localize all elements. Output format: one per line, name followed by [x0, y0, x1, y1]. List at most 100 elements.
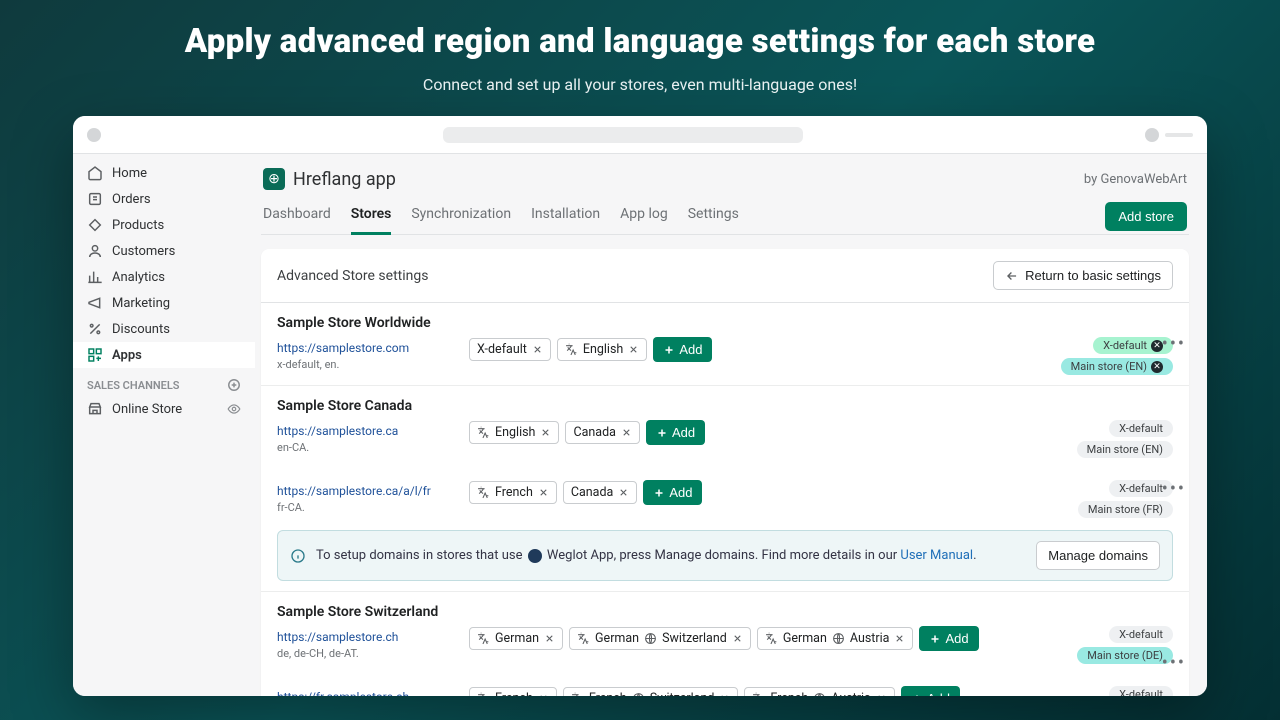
status-pill[interactable]: Main store (FR)	[1078, 501, 1173, 518]
add-store-button[interactable]: Add store	[1105, 202, 1187, 231]
chip-remove-icon[interactable]	[532, 344, 543, 355]
add-channel-icon[interactable]	[227, 378, 241, 392]
store-url-link[interactable]: https://samplestore.ch	[277, 630, 398, 644]
chip-remove-icon[interactable]	[621, 427, 632, 438]
add-locale-button[interactable]: Add	[919, 626, 978, 651]
chip-label: German	[495, 631, 539, 646]
sales-channels-heading: SALES CHANNELS	[73, 368, 255, 396]
locale-chip[interactable]: GermanSwitzerland	[569, 627, 751, 650]
status-pill[interactable]: X-default	[1109, 420, 1173, 437]
user-manual-link[interactable]: User Manual	[900, 548, 973, 563]
app-logo-icon: ⊕	[263, 168, 285, 190]
status-pill[interactable]: X-default	[1109, 626, 1173, 643]
pill-label: X-default	[1103, 339, 1147, 352]
sidebar-item-customers[interactable]: Customers	[73, 238, 255, 264]
main-content: ⊕ Hreflang app by GenovaWebArt Dashboard…	[255, 154, 1207, 696]
globe-icon	[813, 692, 826, 696]
info-banner: To setup domains in stores that use Wegl…	[277, 530, 1173, 581]
add-locale-button[interactable]: Add	[643, 480, 702, 505]
overflow-menu-icon[interactable]: •••	[1158, 649, 1189, 678]
pill-label: X-default	[1119, 422, 1163, 435]
chip-remove-icon[interactable]	[544, 633, 555, 644]
chip-remove-icon[interactable]	[876, 693, 887, 696]
sidebar-item-online-store[interactable]: Online Store	[73, 396, 255, 422]
app-window: Home Orders Products Customers Analytics…	[73, 116, 1207, 696]
language-icon	[577, 632, 590, 645]
tab-app-log[interactable]: App log	[620, 198, 668, 234]
locale-chip[interactable]: English	[469, 421, 559, 444]
chip-label: X-default	[477, 342, 527, 357]
add-locale-button[interactable]: Add	[653, 337, 712, 362]
store-url-link[interactable]: https://samplestore.com	[277, 341, 409, 355]
status-pill[interactable]: Main store (EN)	[1077, 441, 1173, 458]
locale-chip[interactable]: French	[469, 481, 557, 504]
chip-remove-icon[interactable]	[538, 487, 549, 498]
store-block: Sample Store Switzerland https://samples…	[261, 592, 1189, 696]
chip-remove-icon[interactable]	[618, 487, 629, 498]
chip-remove-icon[interactable]	[719, 693, 730, 696]
pill-label: X-default	[1119, 628, 1163, 641]
locale-chip[interactable]: X-default	[469, 338, 551, 361]
store-name: Sample Store Switzerland	[277, 604, 1173, 620]
pill-remove-icon[interactable]: ✕	[1151, 361, 1163, 373]
locale-chip[interactable]: FrenchSwitzerland	[563, 687, 739, 696]
sidebar-item-analytics[interactable]: Analytics	[73, 264, 255, 290]
locale-chip[interactable]: English	[557, 338, 647, 361]
avatar-icon[interactable]	[1145, 128, 1159, 142]
sidebar-item-apps[interactable]: Apps	[73, 342, 255, 368]
add-locale-button[interactable]: Add	[901, 686, 960, 696]
chip-remove-icon[interactable]	[540, 427, 551, 438]
store-url-link[interactable]: https://samplestore.ca	[277, 424, 398, 438]
store-url-link[interactable]: https://samplestore.ca/a/l/fr	[277, 484, 431, 498]
locale-chip[interactable]: German	[469, 627, 563, 650]
tab-settings[interactable]: Settings	[688, 198, 739, 234]
sidebar-item-label: Analytics	[112, 270, 165, 285]
language-icon	[765, 632, 778, 645]
pill-label: X-default	[1119, 688, 1163, 696]
sidebar-item-products[interactable]: Products	[73, 212, 255, 238]
status-pill[interactable]: X-default	[1109, 686, 1173, 696]
manage-domains-button[interactable]: Manage domains	[1036, 541, 1160, 570]
megaphone-icon	[87, 295, 103, 311]
tab-dashboard[interactable]: Dashboard	[263, 198, 331, 234]
tab-stores[interactable]: Stores	[351, 198, 392, 235]
arrow-left-icon	[1005, 269, 1019, 283]
language-icon	[477, 632, 490, 645]
sidebar-item-marketing[interactable]: Marketing	[73, 290, 255, 316]
home-icon	[87, 165, 103, 181]
sidebar-item-label: Online Store	[112, 402, 182, 417]
locale-chips: English Canada Add	[469, 420, 1035, 445]
locale-chip[interactable]: French	[469, 687, 557, 696]
return-button[interactable]: Return to basic settings	[993, 261, 1173, 290]
locale-chip[interactable]: Canada	[563, 481, 638, 504]
status-pills: X-default ✕Main store (EN)✕	[1055, 337, 1173, 375]
locale-chips: X-default English Add	[469, 337, 1035, 362]
tab-synchronization[interactable]: Synchronization	[411, 198, 511, 234]
overflow-menu-icon[interactable]: •••	[1158, 330, 1189, 359]
chip-remove-icon[interactable]	[732, 633, 743, 644]
globe-icon	[632, 692, 645, 696]
tab-installation[interactable]: Installation	[531, 198, 600, 234]
tag-icon	[87, 217, 103, 233]
locale-chip[interactable]: FrenchAustria	[744, 687, 894, 696]
sidebar-item-label: Orders	[112, 192, 151, 207]
add-locale-button[interactable]: Add	[646, 420, 705, 445]
chip-remove-icon[interactable]	[628, 344, 639, 355]
searchbar[interactable]	[109, 127, 1137, 143]
store-locale-row: https://samplestore.ch de, de-CH, de-AT.…	[277, 626, 1173, 664]
sidebar-item-discounts[interactable]: Discounts	[73, 316, 255, 342]
sidebar-item-home[interactable]: Home	[73, 160, 255, 186]
pill-label: X-default	[1119, 482, 1163, 495]
locale-chip[interactable]: GermanAustria	[757, 627, 914, 650]
overflow-menu-icon[interactable]: •••	[1158, 474, 1189, 503]
chip-region: Switzerland	[650, 691, 715, 696]
language-icon	[477, 486, 490, 499]
chip-remove-icon[interactable]	[538, 693, 549, 696]
chip-remove-icon[interactable]	[894, 633, 905, 644]
chip-label: Canada	[571, 485, 614, 500]
sidebar-item-orders[interactable]: Orders	[73, 186, 255, 212]
locale-chip[interactable]: Canada	[565, 421, 640, 444]
store-url-link[interactable]: https://fr.samplestore.ch	[277, 690, 409, 696]
eye-icon[interactable]	[227, 402, 241, 416]
status-pill[interactable]: Main store (EN)✕	[1061, 358, 1173, 375]
